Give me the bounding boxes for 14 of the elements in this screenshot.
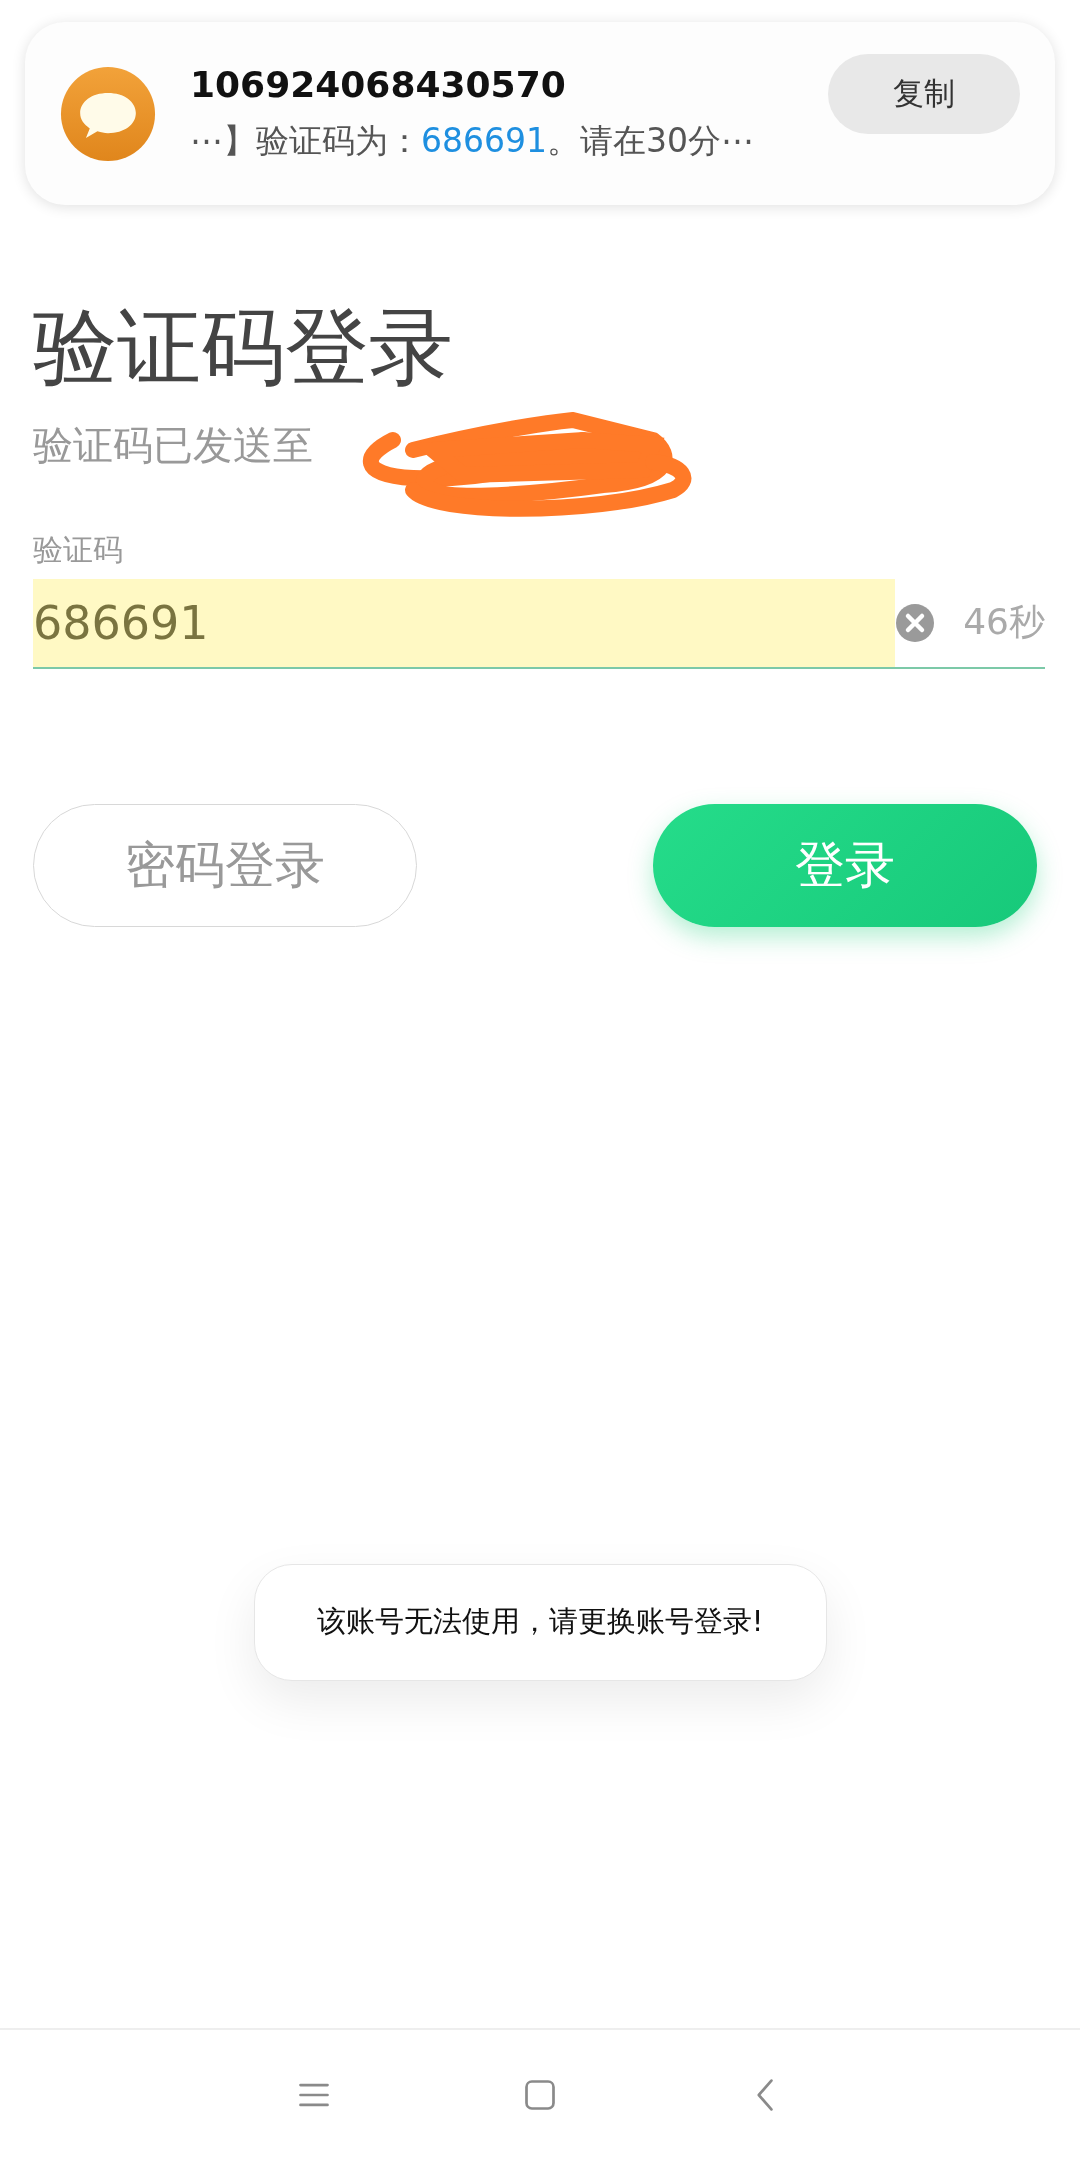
page-title: 验证码登录: [33, 297, 453, 398]
sent-to-text: 验证码已发送至: [33, 421, 313, 468]
chat-bubble-icon: [60, 65, 156, 162]
copy-button[interactable]: 复制: [828, 53, 1020, 134]
code-input-field[interactable]: 686691: [33, 578, 895, 667]
countdown-timer: 46秒: [963, 600, 1045, 645]
field-label: 验证码: [33, 530, 123, 569]
sender-number: 106924068430570: [190, 63, 567, 105]
toast-message: 该账号无法使用，请更换账号登录!: [253, 1563, 827, 1681]
message-preview: ⋯】验证码为：686691。请在30分⋯: [190, 119, 755, 162]
notification-card[interactable]: 106924068430570 ⋯】验证码为：686691。请在30分⋯ 复制: [25, 22, 1055, 205]
clear-icon[interactable]: [895, 602, 935, 643]
password-login-button[interactable]: 密码登录: [33, 803, 417, 927]
home-icon[interactable]: [522, 2077, 558, 2113]
